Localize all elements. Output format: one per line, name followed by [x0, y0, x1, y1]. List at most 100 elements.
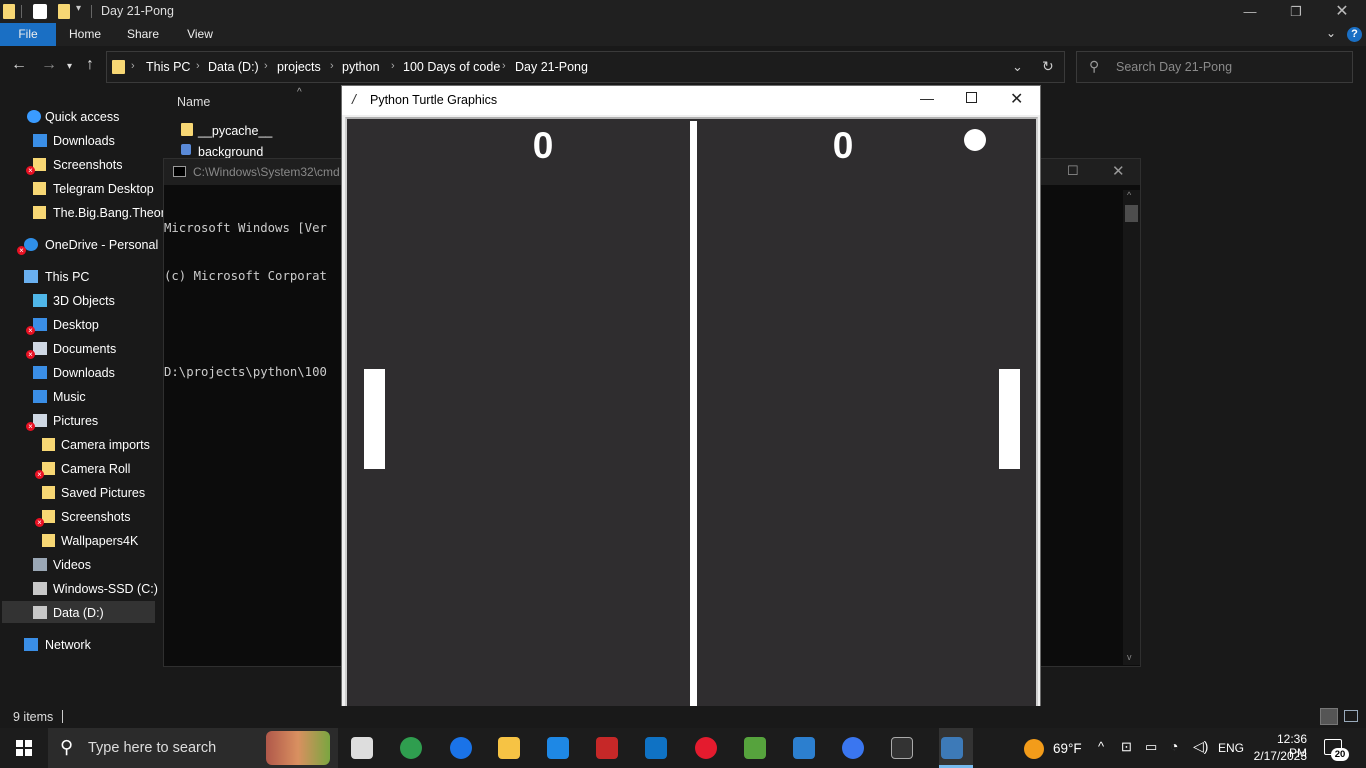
- breadcrumb-100-days[interactable]: 100 Days of code: [403, 60, 500, 74]
- close-button[interactable]: ✕: [1010, 89, 1023, 109]
- battery-icon[interactable]: ▭: [1145, 739, 1157, 755]
- battery-saver-icon[interactable]: ⊡: [1121, 739, 1132, 755]
- maximize-button[interactable]: [966, 92, 977, 103]
- recent-locations-icon[interactable]: ▾: [67, 61, 72, 72]
- customize-quick-access-icon[interactable]: ▾: [76, 3, 81, 14]
- clock-date[interactable]: 2/17/2023: [1253, 749, 1307, 763]
- chrome-icon[interactable]: [450, 737, 472, 759]
- chrome-profile-icon[interactable]: [400, 737, 422, 759]
- sidebar-item-windows-ssd-c[interactable]: Windows-SSD (C:): [0, 578, 158, 600]
- folder-icon: [112, 60, 125, 74]
- breadcrumb-day-21-pong[interactable]: Day 21-Pong: [515, 60, 588, 74]
- close-button[interactable]: ✕: [1319, 0, 1365, 23]
- sidebar-item-desktop[interactable]: × Desktop: [0, 314, 156, 336]
- new-folder-icon[interactable]: [58, 4, 70, 19]
- sidebar-item-telegram-desktop[interactable]: Telegram Desktop: [0, 178, 156, 200]
- restore-button[interactable]: ❐: [1273, 0, 1319, 23]
- sidebar-item-quick-access[interactable]: Quick access: [0, 106, 156, 128]
- sidebar-item-onedrive-personal[interactable]: × OneDrive - Personal: [0, 234, 158, 256]
- opera-icon[interactable]: [695, 737, 717, 759]
- minimize-button[interactable]: —: [1227, 0, 1273, 23]
- sidebar-item-music[interactable]: Music: [0, 386, 156, 408]
- wifi-icon[interactable]: ◔: [1170, 738, 1178, 754]
- volume-icon[interactable]: ◁): [1193, 738, 1208, 755]
- tab-view[interactable]: View: [178, 23, 222, 46]
- forward-arrow-icon[interactable]: →: [41, 56, 57, 74]
- sidebar-item-screenshots[interactable]: × Screenshots: [0, 154, 156, 176]
- weather-temperature[interactable]: 69°F: [1053, 741, 1082, 756]
- tab-home[interactable]: Home: [62, 23, 108, 46]
- minimize-button[interactable]: —: [920, 90, 934, 106]
- address-dropdown-icon[interactable]: ⌄: [1012, 59, 1023, 75]
- breadcrumb-projects[interactable]: projects: [277, 60, 321, 74]
- error-icon: ×: [26, 326, 35, 335]
- sidebar-item-this-pc[interactable]: This PC: [0, 266, 156, 288]
- sidebar-item-camera-imports[interactable]: Camera imports: [0, 434, 156, 456]
- turtle-graphics-window[interactable]: / Python Turtle Graphics — ✕ 0 0: [341, 85, 1041, 715]
- list-item[interactable]: background: [198, 145, 263, 159]
- divider: [21, 5, 22, 18]
- sidebar-item-documents[interactable]: × Documents: [0, 338, 156, 360]
- tab-file[interactable]: File: [0, 23, 56, 46]
- tab-share[interactable]: Share: [120, 23, 166, 46]
- list-item[interactable]: __pycache__: [198, 124, 272, 138]
- windows-start-icon[interactable]: [16, 740, 32, 756]
- expand-ribbon-icon[interactable]: ⌄: [1326, 26, 1336, 40]
- scrollbar[interactable]: ^ v: [1123, 190, 1140, 665]
- sidebar-item-data-d[interactable]: Data (D:): [0, 602, 156, 624]
- terminal-icon[interactable]: [891, 737, 913, 759]
- refresh-icon[interactable]: ↻: [1042, 58, 1054, 75]
- back-arrow-icon[interactable]: ←: [11, 56, 27, 74]
- ribbon-tabs: File Home Share View ⌄ ?: [0, 23, 1366, 46]
- vscode-icon[interactable]: [645, 737, 667, 759]
- drive-icon: [33, 582, 47, 595]
- sidebar-item-network[interactable]: Network: [0, 634, 156, 656]
- pong-canvas[interactable]: 0 0: [345, 117, 1038, 711]
- sidebar-item-label: Screenshots: [53, 158, 123, 172]
- sidebar-item-downloads[interactable]: Downloads: [0, 362, 156, 384]
- task-view-icon[interactable]: [351, 737, 373, 759]
- breadcrumb-this-pc[interactable]: This PC: [146, 60, 190, 74]
- launcher-icon[interactable]: [547, 737, 569, 759]
- sidebar-item-3d-objects[interactable]: 3D Objects: [0, 290, 156, 312]
- sidebar-item-pictures[interactable]: × Pictures: [0, 410, 156, 432]
- sidebar-item-camera-roll[interactable]: × Camera Roll: [0, 458, 156, 480]
- language-indicator[interactable]: ENG: [1218, 741, 1244, 755]
- chevron-right-icon: ›: [196, 60, 200, 72]
- sidebar-item-the-big-bang-theor[interactable]: The.Big.Bang.Theor: [0, 202, 165, 224]
- file-explorer-icon[interactable]: [498, 737, 520, 759]
- mcafee-icon[interactable]: [596, 737, 618, 759]
- python-icon[interactable]: [941, 737, 963, 759]
- maximize-button[interactable]: ☐: [1067, 163, 1079, 179]
- column-header-name[interactable]: Name: [177, 95, 210, 109]
- folder-icon: [181, 123, 193, 136]
- cube-icon: [33, 294, 47, 307]
- folder-icon: [42, 438, 55, 451]
- sidebar-item-downloads[interactable]: Downloads: [0, 130, 156, 152]
- address-bar[interactable]: › This PC › Data (D:) › projects › pytho…: [106, 51, 1065, 83]
- up-arrow-icon[interactable]: ↑: [86, 56, 94, 74]
- sidebar-item-videos[interactable]: Videos: [0, 554, 156, 576]
- help-icon[interactable]: ?: [1347, 27, 1362, 42]
- signal-icon[interactable]: [842, 737, 864, 759]
- scrollbar-thumb[interactable]: [1125, 205, 1138, 222]
- properties-icon[interactable]: [33, 4, 47, 19]
- sidebar-item-saved-pictures[interactable]: Saved Pictures: [0, 482, 156, 504]
- taskbar-search-box[interactable]: ⚲ Type here to search: [48, 728, 338, 768]
- breadcrumb-data-d[interactable]: Data (D:): [208, 60, 259, 74]
- scroll-down-icon[interactable]: v: [1127, 652, 1132, 662]
- breadcrumb-python[interactable]: python: [342, 60, 380, 74]
- sidebar-item-label: Desktop: [53, 318, 99, 332]
- show-hidden-icons-icon[interactable]: ^: [1098, 739, 1104, 754]
- search-box[interactable]: ⚲ Search Day 21-Pong: [1076, 51, 1353, 83]
- sidebar-item-wallpapers4k[interactable]: Wallpapers4K: [0, 530, 156, 552]
- close-button[interactable]: ✕: [1112, 162, 1125, 180]
- left-paddle: [364, 369, 385, 469]
- large-icons-view-icon[interactable]: [1344, 710, 1358, 722]
- details-view-icon[interactable]: [1320, 708, 1338, 725]
- sidebar-item-screenshots[interactable]: × Screenshots: [0, 506, 156, 528]
- weather-sun-icon[interactable]: [1024, 739, 1044, 759]
- photos-icon[interactable]: [793, 737, 815, 759]
- scroll-up-icon[interactable]: ^: [1127, 190, 1131, 200]
- git-icon[interactable]: [744, 737, 766, 759]
